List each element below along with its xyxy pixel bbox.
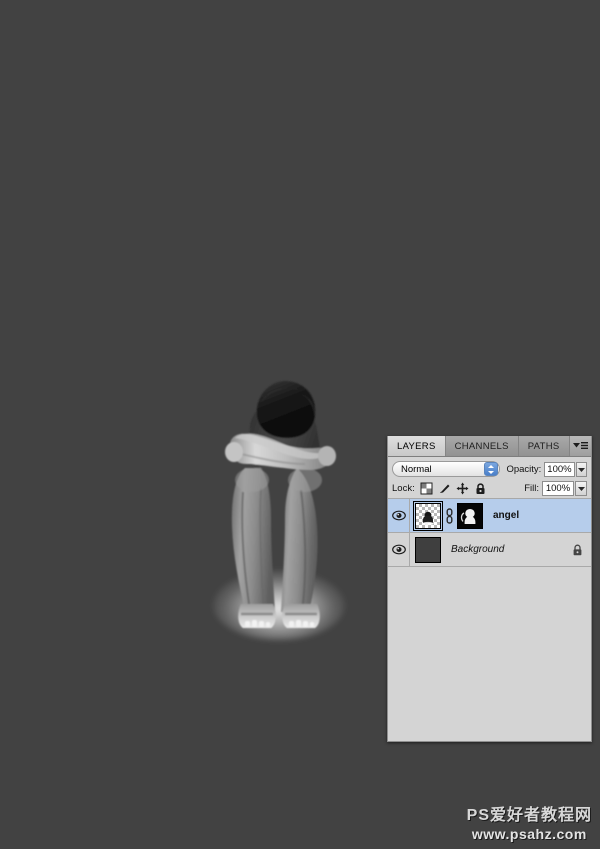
tab-paths[interactable]: PATHS [518, 436, 570, 456]
lock-label: Lock: [392, 483, 415, 494]
lock-row: Lock: Fill: 100% [388, 479, 591, 499]
layer-mask-link-icon[interactable] [445, 507, 454, 524]
eye-icon [391, 510, 406, 521]
layer-mask-content [458, 503, 482, 528]
layer-name-angel: angel [493, 510, 520, 521]
watermark-site-name: PS爱好者教程网 [466, 806, 592, 824]
layer-locked-icon [573, 544, 582, 555]
opacity-label: Opacity: [506, 463, 542, 475]
lock-position-icon[interactable] [456, 482, 469, 495]
layer-thumbnail-content [422, 511, 434, 525]
table-row[interactable]: Background [388, 533, 591, 567]
layer-thumbnail-background[interactable] [415, 536, 441, 563]
blend-mode-stepper-icon[interactable] [484, 462, 499, 476]
blend-mode-row: Normal Opacity: 100% [388, 457, 591, 479]
photo-subject [205, 372, 355, 640]
layer-visibility-toggle-background[interactable] [388, 533, 410, 566]
watermark-url: www.psahz.com [471, 825, 587, 842]
tab-layers[interactable]: LAYERS [388, 436, 446, 456]
tab-channels-label: CHANNELS [454, 440, 509, 452]
opacity-dropdown-arrow-icon[interactable] [575, 461, 587, 477]
fill-group: Fill: 100% [518, 481, 587, 496]
table-row[interactable]: angel [388, 499, 591, 533]
blend-mode-value: Normal [401, 463, 432, 475]
fill-input[interactable]: 100% [542, 481, 574, 496]
layer-visibility-toggle-angel[interactable] [388, 499, 410, 532]
tab-paths-label: PATHS [527, 440, 560, 452]
panel-menu-icon[interactable] [572, 440, 588, 452]
layer-list: angel Background [388, 499, 591, 719]
fill-label: Fill: [524, 483, 539, 494]
layer-list-empty-area [388, 567, 591, 719]
lock-transparency-icon[interactable] [420, 482, 433, 495]
layer-mask-thumbnail-angel[interactable] [457, 502, 483, 529]
lock-image-pixels-icon[interactable] [438, 482, 451, 495]
tab-channels[interactable]: CHANNELS [445, 436, 519, 456]
opacity-input[interactable]: 100% [544, 461, 575, 477]
document-canvas: LAYERS CHANNELS PATHS Normal Opacity: 10… [0, 0, 600, 849]
fill-dropdown-arrow-icon[interactable] [575, 481, 587, 496]
sitting-person-illustration [225, 380, 336, 628]
layer-name-background: Background [451, 544, 505, 555]
eye-icon [391, 544, 406, 555]
lock-all-icon[interactable] [474, 482, 487, 495]
layers-panel[interactable]: LAYERS CHANNELS PATHS Normal Opacity: 10… [387, 436, 592, 742]
tab-layers-label: LAYERS [397, 440, 436, 452]
blend-mode-select[interactable]: Normal [392, 461, 501, 477]
watermark: PS爱好者教程网 www.psahz.com [467, 806, 592, 844]
panel-tab-strip: LAYERS CHANNELS PATHS [388, 436, 591, 457]
layer-thumbnail-angel[interactable] [413, 500, 443, 531]
